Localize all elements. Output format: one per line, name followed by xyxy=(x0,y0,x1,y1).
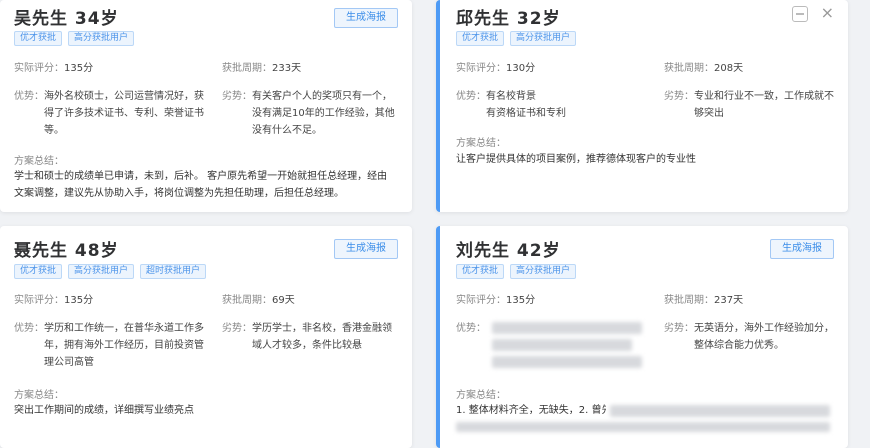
disadvantage-label: 劣势： xyxy=(664,91,694,102)
score-row: 实际评分：135分 xyxy=(14,60,204,77)
score-row: 实际评分：135分 xyxy=(14,292,204,309)
edit-icon[interactable] xyxy=(792,6,808,22)
period-row: 获批周期：208天 xyxy=(664,60,840,77)
close-icon[interactable]: × xyxy=(821,5,834,21)
period-label: 获批周期： xyxy=(222,63,272,74)
score-row: 实际评分：135分 xyxy=(456,292,646,309)
case-title: 刘先生 42岁 xyxy=(456,241,561,261)
score-label: 实际评分： xyxy=(456,295,506,306)
case-card-liu: 刘先生 42岁 生成海报 优才获批 高分获批用户 实际评分：135分 获批周期：… xyxy=(436,226,848,448)
redacted-text xyxy=(610,405,830,417)
advantage-label: 优势： xyxy=(456,91,486,102)
redacted-text xyxy=(492,356,642,368)
tag: 高分获批用户 xyxy=(510,31,577,46)
period-value: 208天 xyxy=(714,63,744,74)
case-title: 邱先生 32岁 xyxy=(456,9,561,29)
disadvantage-row: 劣势： 有关客户个人的奖项只有一个，没有满足10年的工作经验，其他没有什么不足。 xyxy=(222,88,398,139)
period-row: 获批周期：237天 xyxy=(664,292,840,309)
disadvantage-label: 劣势： xyxy=(222,323,252,334)
advantage-label: 优势： xyxy=(456,323,486,334)
tag-list: 优才获批 高分获批用户 超时获批用户 xyxy=(14,264,207,279)
plan-text: 学士和硕士的成绩单已申请，未到，后补。 客户原先希望一开始就担任总经理，经由文案… xyxy=(14,171,388,199)
advantage-label: 优势： xyxy=(14,91,44,102)
disadvantage-row: 劣势： 学历学士，非名校，香港金融领域人才较多，条件比较悬 xyxy=(222,320,398,354)
score-value: 135分 xyxy=(64,295,94,306)
plan-label: 方案总结： xyxy=(14,156,64,167)
tag-list: 优才获批 高分获批用户 xyxy=(14,31,135,46)
period-value: 233天 xyxy=(272,63,302,74)
tag-list: 优才获批 高分获批用户 xyxy=(456,31,577,46)
score-value: 135分 xyxy=(506,295,536,306)
plan-text: 突出工作期间的成绩，详细撰写业绩亮点 xyxy=(14,405,194,416)
generate-poster-button[interactable]: 生成海报 xyxy=(334,8,398,28)
disadvantage-row: 劣势： 专业和行业不一致，工作成就不够突出 xyxy=(664,88,840,122)
disadvantage-text: 无英语分，海外工作经验加分，整体综合能力优秀。 xyxy=(694,323,834,351)
case-card-nie: 聂先生 48岁 生成海报 优才获批 高分获批用户 超时获批用户 实际评分：135… xyxy=(0,226,412,448)
disadvantage-text: 学历学士，非名校，香港金融领域人才较多，条件比较悬 xyxy=(252,323,392,351)
period-value: 69天 xyxy=(272,295,295,306)
generate-poster-button[interactable]: 生成海报 xyxy=(770,239,834,259)
tag: 高分获批用户 xyxy=(68,31,135,46)
disadvantage-text: 专业和行业不一致，工作成就不够突出 xyxy=(694,91,834,119)
period-label: 获批周期： xyxy=(664,63,714,74)
plan-label: 方案总结： xyxy=(456,138,506,149)
advantage-text: 有名校背景 有资格证书和专利 xyxy=(486,91,566,119)
plan-text: 1. 整体材料齐全，无缺失，2. 曾先 xyxy=(456,405,606,416)
redacted-text xyxy=(492,339,632,351)
score-label: 实际评分： xyxy=(14,63,64,74)
advantage-row: 优势： 学历和工作统一，在普华永道工作多年，拥有海外工作经历，目前投资管理公司高管 xyxy=(14,320,204,371)
plan-text: 让客户提供具体的项目案例，推荐德体现客户的专业性 xyxy=(456,154,696,165)
tag: 超时获批用户 xyxy=(140,264,207,279)
redacted-text xyxy=(456,422,830,432)
redacted-text xyxy=(492,322,642,334)
score-label: 实际评分： xyxy=(14,295,64,306)
case-title: 吴先生 34岁 xyxy=(14,9,119,29)
tag-list: 优才获批 高分获批用户 xyxy=(456,264,577,279)
advantage-row: 优势： 有名校背景 有资格证书和专利 xyxy=(456,88,646,122)
generate-poster-button[interactable]: 生成海报 xyxy=(334,239,398,259)
disadvantage-text: 有关客户个人的奖项只有一个，没有满足10年的工作经验，其他没有什么不足。 xyxy=(252,91,395,136)
tag: 优才获批 xyxy=(456,31,505,46)
case-card-wu: 吴先生 34岁 生成海报 优才获批 高分获批用户 实际评分：135分 获批周期：… xyxy=(0,0,412,212)
case-title: 聂先生 48岁 xyxy=(14,241,119,261)
score-label: 实际评分： xyxy=(456,63,506,74)
plan-label: 方案总结： xyxy=(456,390,506,401)
period-value: 237天 xyxy=(714,295,744,306)
score-row: 实际评分：130分 xyxy=(456,60,646,77)
period-label: 获批周期： xyxy=(664,295,714,306)
plan-label: 方案总结： xyxy=(14,390,64,401)
disadvantage-row: 劣势： 无英语分，海外工作经验加分，整体综合能力优秀。 xyxy=(664,320,840,354)
disadvantage-label: 劣势： xyxy=(222,91,252,102)
tag: 高分获批用户 xyxy=(68,264,135,279)
advantage-row: 优势： 海外名校硕士，公司运营情况好，获得了许多技术证书、专利、荣誉证书等。 xyxy=(14,88,204,139)
tag: 优才获批 xyxy=(14,264,63,279)
disadvantage-label: 劣势： xyxy=(664,323,694,334)
case-card-qiu: 邱先生 32岁 × 优才获批 高分获批用户 实际评分：130分 获批周期：208… xyxy=(436,0,848,212)
period-row: 获批周期：233天 xyxy=(222,60,398,77)
tag: 优才获批 xyxy=(14,31,63,46)
advantage-text: 海外名校硕士，公司运营情况好，获得了许多技术证书、专利、荣誉证书等。 xyxy=(44,91,204,136)
period-row: 获批周期：69天 xyxy=(222,292,398,309)
period-label: 获批周期： xyxy=(222,295,272,306)
tag: 高分获批用户 xyxy=(510,264,577,279)
score-value: 135分 xyxy=(64,63,94,74)
advantage-text: 学历和工作统一，在普华永道工作多年，拥有海外工作经历，目前投资管理公司高管 xyxy=(44,323,204,368)
score-value: 130分 xyxy=(506,63,536,74)
tag: 优才获批 xyxy=(456,264,505,279)
advantage-label: 优势： xyxy=(14,323,44,334)
